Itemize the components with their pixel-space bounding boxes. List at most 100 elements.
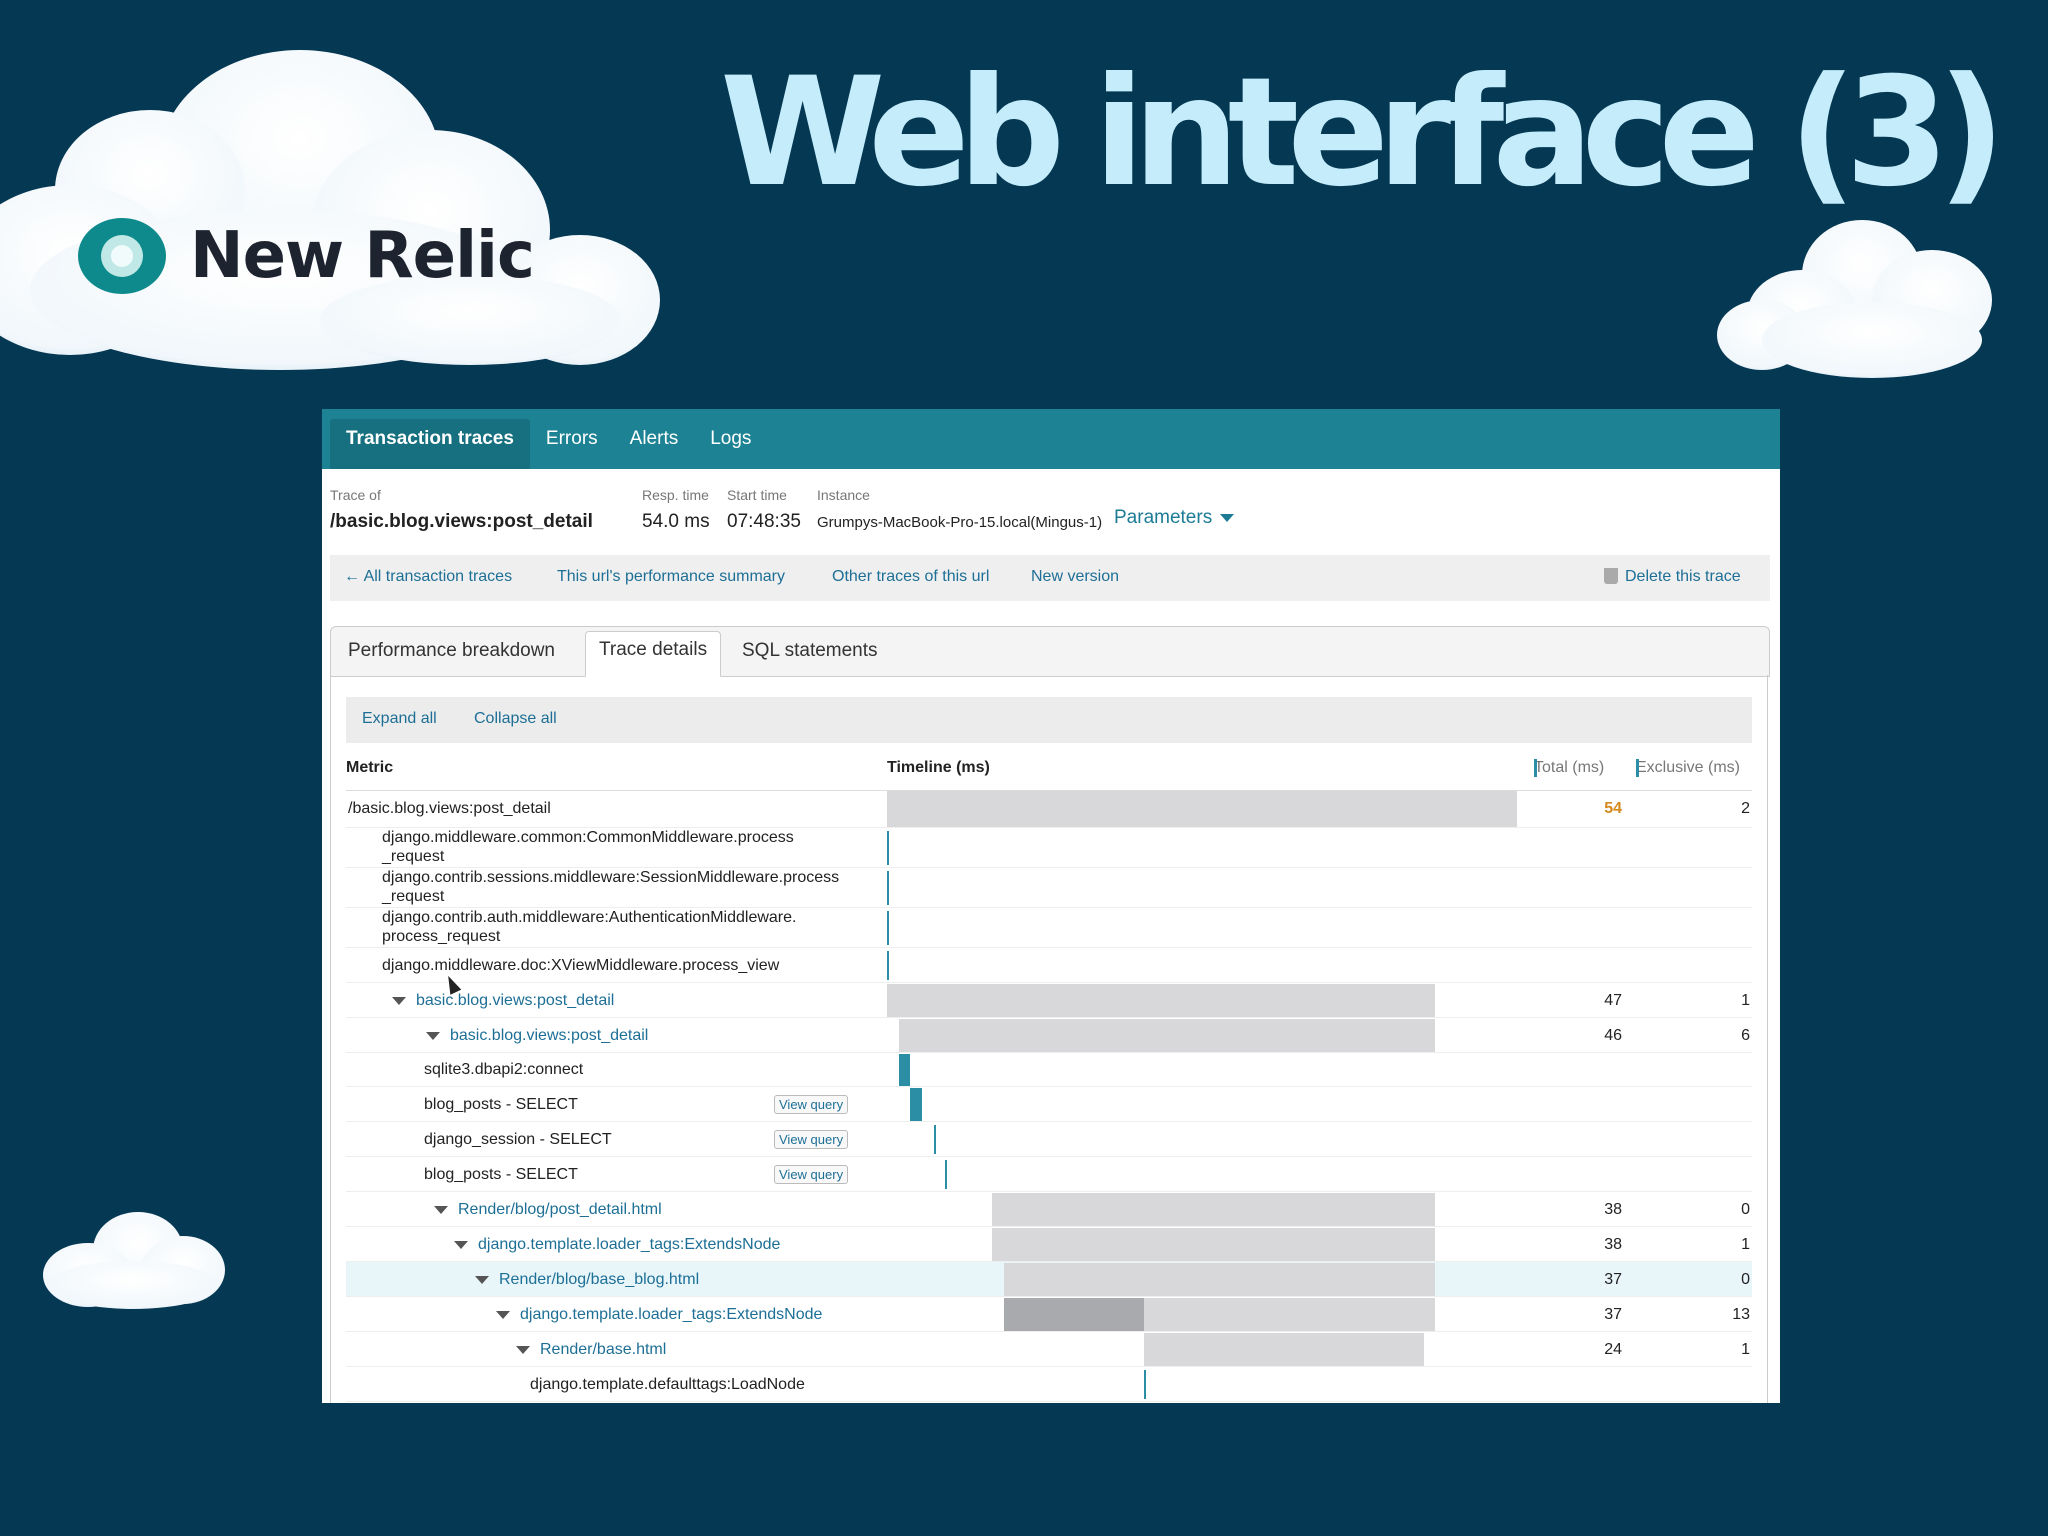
resp-time-value: 54.0 ms xyxy=(642,511,710,532)
exclusive-ms-value: 1 xyxy=(1741,1235,1750,1253)
expand-caret-icon[interactable] xyxy=(475,1275,489,1284)
start-time-value: 07:48:35 xyxy=(727,511,801,532)
screenshot-panel: Transaction traces Errors Alerts Logs Tr… xyxy=(322,409,1780,1403)
view-query-button[interactable]: View query xyxy=(774,1094,849,1114)
total-column-label: Total (ms) xyxy=(1534,759,1605,776)
timeline-bar xyxy=(1003,1263,1436,1296)
total-ms-value: 54 xyxy=(1604,800,1622,817)
trace-row[interactable]: basic.blog.views:post_detail 46 6 xyxy=(346,1018,1752,1053)
expand-caret-icon[interactable] xyxy=(392,996,406,1005)
exclusive-column-label: Exclusive (ms) xyxy=(1636,759,1741,776)
timeline-tick xyxy=(887,911,889,945)
cloud-bottom-left xyxy=(43,1212,225,1309)
metric-name[interactable]: Render/blog/post_detail.html xyxy=(458,1200,662,1220)
trace-row[interactable]: blog_posts - SELECT View query xyxy=(346,1087,1752,1122)
trace-row[interactable]: django.template.loader_tags:ExtendsNode 3… xyxy=(346,1227,1752,1262)
timeline-bar xyxy=(992,1228,1436,1261)
trace-row[interactable]: django.middleware.doc:XViewMiddleware.pr… xyxy=(346,948,1752,983)
trace-row[interactable]: django.contrib.sessions.middleware:Sessi… xyxy=(346,868,1752,908)
new-relic-logo: New Relic xyxy=(78,218,535,294)
all-traces-link[interactable]: ← All transaction traces xyxy=(344,568,512,586)
timeline-tick xyxy=(1143,1370,1146,1399)
metric-name[interactable]: django.template.loader_tags:ExtendsNode xyxy=(520,1305,822,1325)
resp-time-label: Resp. time xyxy=(642,487,709,503)
exclusive-ms-value: 2 xyxy=(1741,800,1750,817)
perf-summary-link[interactable]: This url's performance summary xyxy=(557,568,785,586)
metric-name: django.contrib.auth.middleware:Authentic… xyxy=(382,909,797,945)
timeline-bar xyxy=(887,791,1517,827)
trace-row[interactable]: django_session - SELECT View query xyxy=(346,1122,1752,1157)
timeline-column-header: Timeline (ms) xyxy=(887,759,990,776)
trace-row[interactable]: Render/base.html 24 1 xyxy=(346,1332,1752,1367)
trace-row[interactable]: django.template.defaulttags:LoadNode xyxy=(346,1367,1752,1402)
tab-alerts[interactable]: Alerts xyxy=(614,419,695,469)
tab-errors[interactable]: Errors xyxy=(530,419,614,469)
metric-name: django.template.defaulttags:LoadNode xyxy=(530,1375,805,1393)
expand-caret-icon[interactable] xyxy=(426,1031,440,1040)
metric-name[interactable]: django.template.loader_tags:ExtendsNode xyxy=(478,1235,780,1255)
tab-trace-details[interactable]: Trace details xyxy=(585,631,722,677)
metric-name: /basic.blog.views:post_detail xyxy=(348,800,551,817)
metric-name[interactable]: basic.blog.views:post_detail xyxy=(416,991,614,1011)
other-traces-link[interactable]: Other traces of this url xyxy=(832,568,989,586)
exclusive-ms-value: 0 xyxy=(1741,1270,1750,1288)
trace-meta: Trace of /basic.blog.views:post_detail R… xyxy=(330,487,1770,537)
new-version-link[interactable]: New version xyxy=(1031,568,1119,586)
delete-trace-link[interactable]: Delete this trace xyxy=(1604,568,1741,586)
view-query-button[interactable]: View query xyxy=(774,1129,849,1149)
logo-text: New Relic xyxy=(190,219,535,293)
trace-row[interactable]: Render/blog/post_detail.html 38 0 xyxy=(346,1192,1752,1227)
trash-icon xyxy=(1604,568,1618,584)
metric-name[interactable]: Render/blog/base_blog.html xyxy=(499,1270,699,1290)
exclusive-ms-value: 13 xyxy=(1732,1305,1750,1323)
trace-row[interactable]: /basic.blog.views:post_detail 54 2 xyxy=(346,790,1752,828)
view-query-button[interactable]: View query xyxy=(774,1164,849,1184)
slide-title: Web interface (3) xyxy=(720,46,2006,220)
total-column-header: Total (ms) xyxy=(1534,759,1604,777)
tab-logs[interactable]: Logs xyxy=(694,419,767,469)
tab-sql-statements[interactable]: SQL statements xyxy=(742,640,878,662)
instance-value: Grumpys-MacBook-Pro-15.local(Mingus-1) xyxy=(817,514,1103,531)
expand-caret-icon[interactable] xyxy=(496,1310,510,1319)
trace-row[interactable]: blog_posts - SELECT View query xyxy=(346,1157,1752,1192)
exclusive-ms-value: 1 xyxy=(1741,991,1750,1009)
cloud-top-right xyxy=(1717,220,1992,378)
trace-row[interactable]: Render/blog/base_blog.html 37 0 xyxy=(346,1262,1752,1297)
metric-name: sqlite3.dbapi2:connect xyxy=(424,1061,584,1078)
trace-row[interactable]: django.template.loader_tags:ExtendsNode 3… xyxy=(346,1297,1752,1332)
trace-row[interactable]: django.middleware.common:CommonMiddlewar… xyxy=(346,828,1752,868)
timeline-bar xyxy=(898,1054,911,1086)
metric-name[interactable]: Render/base.html xyxy=(540,1340,666,1360)
timeline-tick xyxy=(945,1160,948,1189)
tab-transaction-traces[interactable]: Transaction traces xyxy=(330,419,530,469)
trace-row[interactable]: django.contrib.auth.middleware:Authentic… xyxy=(346,908,1752,948)
metric-name: blog_posts - SELECT xyxy=(424,1165,578,1183)
expand-all-link[interactable]: Expand all xyxy=(362,710,437,728)
timeline-bar-exclusive xyxy=(1003,1298,1144,1331)
total-ms-value: 47 xyxy=(1604,991,1622,1009)
metric-name: django.contrib.sessions.middleware:Sessi… xyxy=(382,869,840,905)
panel-border xyxy=(330,675,331,1403)
tab-performance-breakdown[interactable]: Performance breakdown xyxy=(348,640,555,662)
parameters-dropdown[interactable]: Parameters xyxy=(1114,507,1235,529)
start-time-label: Start time xyxy=(727,487,787,503)
top-nav: Transaction traces Errors Alerts Logs xyxy=(322,409,1780,469)
metric-name: django.middleware.common:CommonMiddlewar… xyxy=(382,829,794,865)
trace-row[interactable]: sqlite3.dbapi2:connect xyxy=(346,1053,1752,1087)
new-relic-logo-icon xyxy=(78,218,166,294)
expand-caret-icon[interactable] xyxy=(454,1240,468,1249)
metric-name[interactable]: basic.blog.views:post_detail xyxy=(450,1026,648,1046)
expand-collapse-bar: Expand all Collapse all xyxy=(346,697,1752,743)
trace-row[interactable]: basic.blog.views:post_detail 47 1 xyxy=(346,983,1752,1018)
total-ms-value: 38 xyxy=(1604,1235,1622,1253)
subtabs: Performance breakdown Trace details SQL … xyxy=(330,626,1770,677)
expand-caret-icon[interactable] xyxy=(434,1205,448,1214)
total-ms-value: 37 xyxy=(1604,1270,1622,1288)
total-ms-value: 46 xyxy=(1604,1026,1622,1044)
collapse-all-link[interactable]: Collapse all xyxy=(474,710,557,728)
metric-name: django.middleware.doc:XViewMiddleware.pr… xyxy=(382,956,780,974)
metric-name: blog_posts - SELECT xyxy=(424,1095,578,1113)
exclusive-ms-value: 0 xyxy=(1741,1200,1750,1218)
instance-label: Instance xyxy=(817,487,870,503)
expand-caret-icon[interactable] xyxy=(516,1345,530,1354)
